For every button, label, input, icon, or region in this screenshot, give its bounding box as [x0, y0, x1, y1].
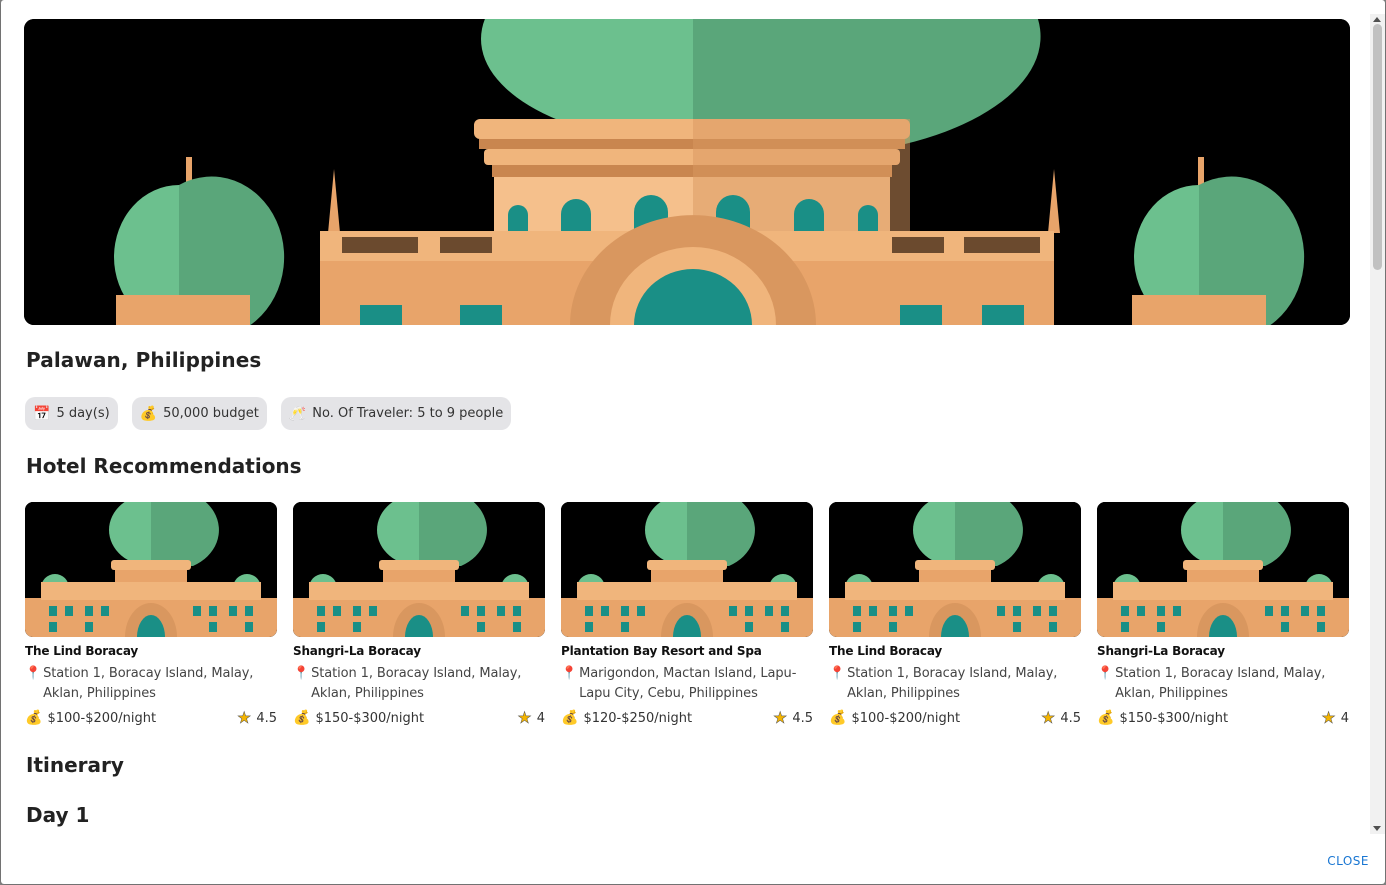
location-pin-icon: 📍 — [1097, 666, 1114, 681]
money-bag-icon: 💰 — [25, 710, 43, 726]
hotel-price-text: $150-$300/night — [315, 710, 425, 726]
travelers-chip: 🥂 No. Of Traveler: 5 to 9 people — [280, 397, 512, 430]
location-pin-icon: 📍 — [293, 666, 310, 681]
trip-details-dialog: Palawan, Philippines 📅 5 day(s) 💰 50,000… — [1, 0, 1385, 884]
hotel-rating: ★ 4 — [517, 708, 545, 727]
hotel-address-text: Marigondon, Mactan Island, Lapu-Lapu Cit… — [579, 666, 797, 701]
trip-info-chips: 📅 5 day(s) 💰 50,000 budget 🥂 No. Of Trav… — [25, 397, 512, 430]
hotel-rating: ★ 4 — [1321, 708, 1349, 727]
hotel-rating-text: 4 — [536, 710, 545, 726]
hotel-image — [829, 502, 1081, 637]
star-icon: ★ — [1040, 708, 1056, 727]
location-pin-icon: 📍 — [25, 666, 42, 681]
hotel-card[interactable]: Shangri-La Boracay 📍 Station 1, Boracay … — [293, 502, 545, 726]
money-bag-icon: 💰 — [561, 710, 579, 726]
hotel-price-text: $150-$300/night — [1119, 710, 1229, 726]
hotel-image — [1097, 502, 1349, 637]
location-pin-icon: 📍 — [561, 666, 578, 681]
itinerary-heading: Itinerary — [26, 753, 124, 777]
hotel-image — [561, 502, 813, 637]
hotel-price-text: $120-$250/night — [583, 710, 693, 726]
hotel-rating-text: 4.5 — [792, 710, 813, 726]
hotel-image — [25, 502, 277, 637]
hotel-card[interactable]: Plantation Bay Resort and Spa 📍 Marigond… — [561, 502, 813, 726]
scroll-down-arrow-icon[interactable] — [1373, 826, 1381, 831]
trip-title: Palawan, Philippines — [26, 348, 262, 372]
dialog-content[interactable]: Palawan, Philippines 📅 5 day(s) 💰 50,000… — [1, 0, 1370, 832]
budget-chip: 💰 50,000 budget — [131, 397, 267, 430]
hotel-price: 💰 $150-$300/night — [293, 710, 424, 726]
hotel-price-text: $100-$200/night — [851, 710, 961, 726]
days-label: 5 day(s) — [56, 406, 110, 421]
hotel-card[interactable]: Shangri-La Boracay 📍 Station 1, Boracay … — [1097, 502, 1349, 726]
day-1-heading: Day 1 — [26, 803, 90, 827]
days-chip: 📅 5 day(s) — [25, 397, 118, 430]
hotel-price: 💰 $100-$200/night — [829, 710, 960, 726]
star-icon: ★ — [772, 708, 788, 727]
hotel-meta: 💰 $150-$300/night ★ 4 — [1097, 708, 1349, 727]
star-icon: ★ — [236, 708, 252, 727]
hotel-name: The Lind Boracay — [829, 644, 942, 658]
hotel-rating: ★ 4.5 — [772, 708, 813, 727]
money-bag-icon: 💰 — [139, 405, 158, 422]
hotel-address: 📍 Station 1, Boracay Island, Malay, Akla… — [1097, 664, 1349, 704]
hotel-address-text: Station 1, Boracay Island, Malay, Aklan,… — [847, 666, 1058, 701]
hotel-name: Shangri-La Boracay — [1097, 644, 1225, 658]
hero-image — [24, 19, 1350, 325]
hotel-name: Plantation Bay Resort and Spa — [561, 644, 762, 658]
location-pin-icon: 📍 — [829, 666, 846, 681]
hotel-rating-text: 4 — [1340, 710, 1349, 726]
money-bag-icon: 💰 — [829, 710, 847, 726]
star-icon: ★ — [1321, 708, 1336, 727]
hotel-list: The Lind Boracay 📍 Station 1, Boracay Is… — [25, 502, 1350, 726]
money-bag-icon: 💰 — [293, 710, 311, 726]
hotel-price: 💰 $120-$250/night — [561, 710, 692, 726]
travelers-label: No. Of Traveler: 5 to 9 people — [312, 406, 504, 421]
hotel-price-text: $100-$200/night — [47, 710, 157, 726]
hotel-address-text: Station 1, Boracay Island, Malay, Aklan,… — [1115, 666, 1326, 701]
hotel-address: 📍 Marigondon, Mactan Island, Lapu-Lapu C… — [561, 664, 813, 704]
hotel-address: 📍 Station 1, Boracay Island, Malay, Akla… — [829, 664, 1081, 704]
hotel-rating-text: 4.5 — [1060, 710, 1081, 726]
close-button[interactable]: CLOSE — [1327, 854, 1369, 868]
hotel-image — [293, 502, 545, 637]
hotel-name: Shangri-La Boracay — [293, 644, 421, 658]
hotel-price: 💰 $100-$200/night — [25, 710, 156, 726]
hotel-rating-text: 4.5 — [256, 710, 277, 726]
hotel-card[interactable]: The Lind Boracay 📍 Station 1, Boracay Is… — [25, 502, 277, 726]
vertical-scrollbar[interactable] — [1370, 14, 1385, 834]
hotel-meta: 💰 $100-$200/night ★ 4.5 — [829, 708, 1081, 727]
hotel-card[interactable]: The Lind Boracay 📍 Station 1, Boracay Is… — [829, 502, 1081, 726]
scroll-up-arrow-icon[interactable] — [1373, 17, 1381, 22]
scrollbar-thumb[interactable] — [1373, 24, 1382, 270]
hotel-meta: 💰 $150-$300/night ★ 4 — [293, 708, 545, 727]
hotel-address: 📍 Station 1, Boracay Island, Malay, Akla… — [293, 664, 545, 704]
hotel-address: 📍 Station 1, Boracay Island, Malay, Akla… — [25, 664, 277, 704]
travelers-icon: 🥂 — [288, 405, 307, 422]
budget-label: 50,000 budget — [163, 406, 259, 421]
hotel-name: The Lind Boracay — [25, 644, 138, 658]
hotel-recommendations-heading: Hotel Recommendations — [26, 454, 302, 478]
calendar-icon: 📅 — [33, 405, 51, 422]
hotel-meta: 💰 $100-$200/night ★ 4.5 — [25, 708, 277, 727]
hotel-price: 💰 $150-$300/night — [1097, 710, 1228, 726]
hotel-rating: ★ 4.5 — [236, 708, 277, 727]
hotel-address-text: Station 1, Boracay Island, Malay, Aklan,… — [43, 666, 254, 701]
money-bag-icon: 💰 — [1097, 710, 1115, 726]
star-icon: ★ — [517, 708, 532, 727]
hotel-meta: 💰 $120-$250/night ★ 4.5 — [561, 708, 813, 727]
hotel-rating: ★ 4.5 — [1040, 708, 1081, 727]
hotel-address-text: Station 1, Boracay Island, Malay, Aklan,… — [311, 666, 522, 701]
